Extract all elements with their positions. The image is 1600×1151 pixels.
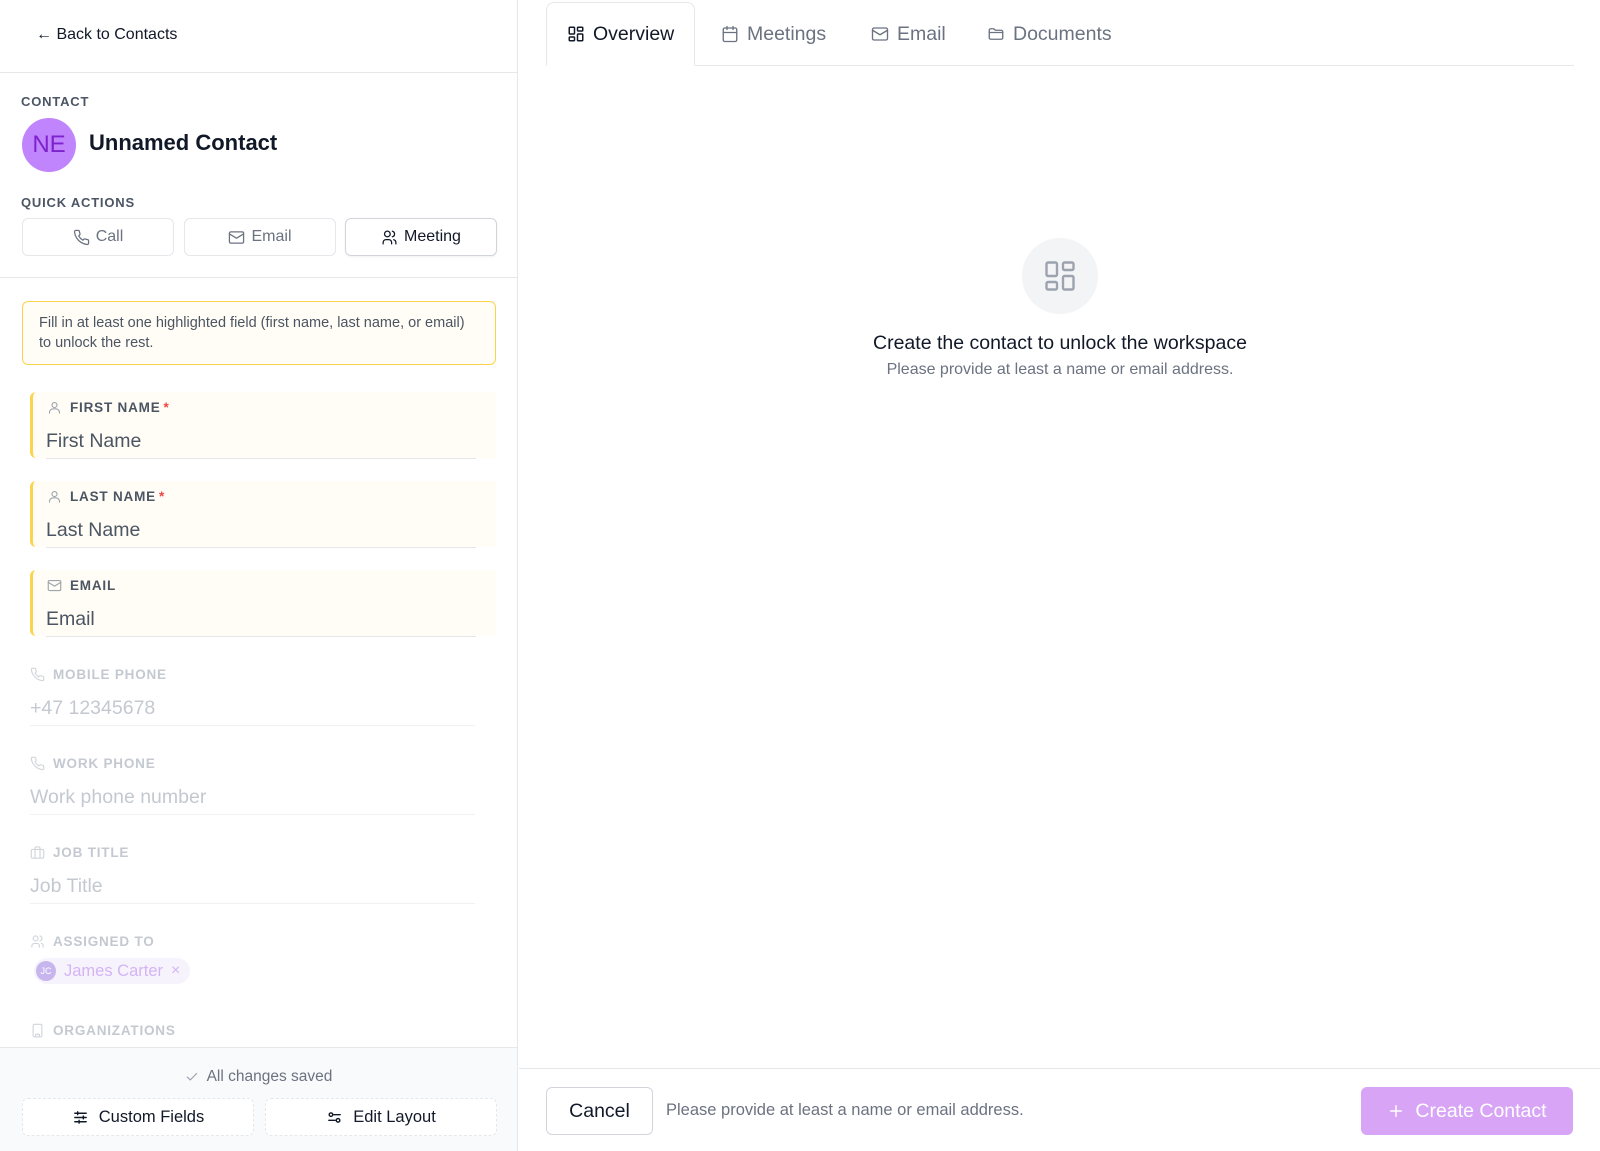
- mobile-phone-label: MOBILE PHONE: [53, 667, 167, 682]
- briefcase-icon: [30, 845, 45, 860]
- job-title-input[interactable]: [30, 873, 460, 899]
- meeting-button-label: Meeting: [404, 228, 461, 245]
- contact-sidebar: ← Back to Contacts CONTACT NE Unnamed Co…: [0, 0, 518, 1151]
- divider: [0, 277, 517, 278]
- edit-layout-label: Edit Layout: [353, 1107, 436, 1126]
- users-icon: [381, 229, 398, 246]
- organizations-label: ORGANIZATIONS: [53, 1023, 176, 1038]
- workspace-tabs: Overview Meetings Email Documents: [546, 0, 1574, 66]
- calendar-icon: [721, 25, 739, 43]
- tab-overview[interactable]: Overview: [546, 2, 696, 66]
- email-button[interactable]: Email: [184, 218, 336, 256]
- empty-state-subtitle: Please provide at least a name or email …: [886, 361, 1234, 378]
- back-to-contacts-link[interactable]: ← Back to Contacts: [36, 26, 177, 44]
- first-name-label: FIRST NAME: [70, 400, 161, 415]
- first-name-input[interactable]: [46, 428, 476, 454]
- sliders-icon: [72, 1109, 89, 1126]
- user-icon: [47, 489, 62, 504]
- assignee-name: James Carter: [64, 961, 164, 980]
- mobile-phone-input[interactable]: [30, 695, 460, 721]
- first-name-field: FIRST NAME *: [30, 392, 496, 459]
- contact-section-label: CONTACT: [21, 94, 90, 109]
- save-status: All changes saved: [0, 1068, 517, 1086]
- contact-name: Unnamed Contact: [89, 130, 278, 155]
- divider: [0, 72, 517, 73]
- call-button-label: Call: [95, 228, 124, 245]
- check-icon: [185, 1070, 199, 1084]
- phone-icon: [30, 756, 45, 771]
- custom-fields-label: Custom Fields: [98, 1107, 205, 1126]
- job-title-label: JOB TITLE: [53, 845, 130, 860]
- users-icon: [30, 934, 45, 949]
- required-marker: *: [158, 489, 166, 504]
- folder-icon: [987, 25, 1005, 43]
- last-name-label: LAST NAME: [70, 489, 156, 504]
- phone-icon: [30, 667, 45, 682]
- layout-grid-icon: [567, 25, 585, 43]
- email-label: EMAIL: [70, 578, 116, 593]
- tab-email[interactable]: Email: [871, 2, 946, 66]
- last-name-input[interactable]: [46, 517, 476, 543]
- phone-icon: [73, 229, 90, 246]
- email-input[interactable]: [46, 606, 476, 632]
- organizations-field: ORGANIZATIONS: [30, 1015, 496, 1045]
- assignee-chip: JC James Carter ×: [34, 958, 191, 984]
- plus-icon: [1387, 1102, 1405, 1120]
- tab-meetings[interactable]: Meetings: [721, 2, 826, 66]
- mobile-phone-field: MOBILE PHONE: [30, 659, 496, 726]
- work-phone-label: WORK PHONE: [53, 756, 156, 771]
- mail-icon: [47, 578, 62, 593]
- validation-message: Please provide at least a name or email …: [666, 1101, 1024, 1119]
- tab-email-label: Email: [897, 22, 946, 45]
- save-status-text: All changes saved: [206, 1068, 333, 1085]
- create-contact-button[interactable]: Create Contact: [1361, 1087, 1573, 1135]
- form-footer: Cancel Please provide at least a name or…: [519, 1068, 1600, 1151]
- job-title-field: JOB TITLE: [30, 837, 496, 904]
- tab-documents[interactable]: Documents: [987, 2, 1112, 66]
- layout-settings-icon: [326, 1109, 343, 1126]
- work-phone-field: WORK PHONE: [30, 748, 496, 815]
- edit-layout-button[interactable]: Edit Layout: [265, 1098, 497, 1136]
- create-contact-label: Create Contact: [1415, 1099, 1547, 1122]
- remove-assignee-icon[interactable]: ×: [171, 962, 180, 980]
- meeting-button[interactable]: Meeting: [345, 218, 497, 256]
- custom-fields-button[interactable]: Custom Fields: [22, 1098, 254, 1136]
- work-phone-input[interactable]: [30, 784, 460, 810]
- cancel-button[interactable]: Cancel: [546, 1087, 653, 1135]
- last-name-field: LAST NAME *: [30, 481, 496, 548]
- required-marker: *: [163, 400, 170, 415]
- tab-documents-label: Documents: [1013, 22, 1112, 45]
- call-button[interactable]: Call: [22, 218, 174, 256]
- empty-state-title: Create the contact to unlock the workspa…: [873, 332, 1247, 354]
- assigned-to-label: ASSIGNED TO: [53, 934, 155, 949]
- mail-icon: [228, 229, 245, 246]
- unlock-notice: Fill in at least one highlighted field (…: [22, 301, 496, 365]
- tab-overview-label: Overview: [593, 22, 675, 45]
- tab-meetings-label: Meetings: [747, 22, 827, 45]
- sidebar-footer: All changes saved Custom Fields Edit Lay…: [0, 1047, 517, 1151]
- layout-grid-icon: [1022, 238, 1098, 314]
- user-icon: [47, 400, 62, 415]
- quick-actions-label: QUICK ACTIONS: [21, 195, 135, 210]
- email-field: EMAIL: [30, 570, 496, 637]
- email-button-label: Email: [251, 228, 292, 245]
- avatar: NE: [22, 118, 76, 172]
- mail-icon: [871, 25, 889, 43]
- assignee-avatar: JC: [36, 961, 56, 981]
- building-icon: [30, 1023, 45, 1038]
